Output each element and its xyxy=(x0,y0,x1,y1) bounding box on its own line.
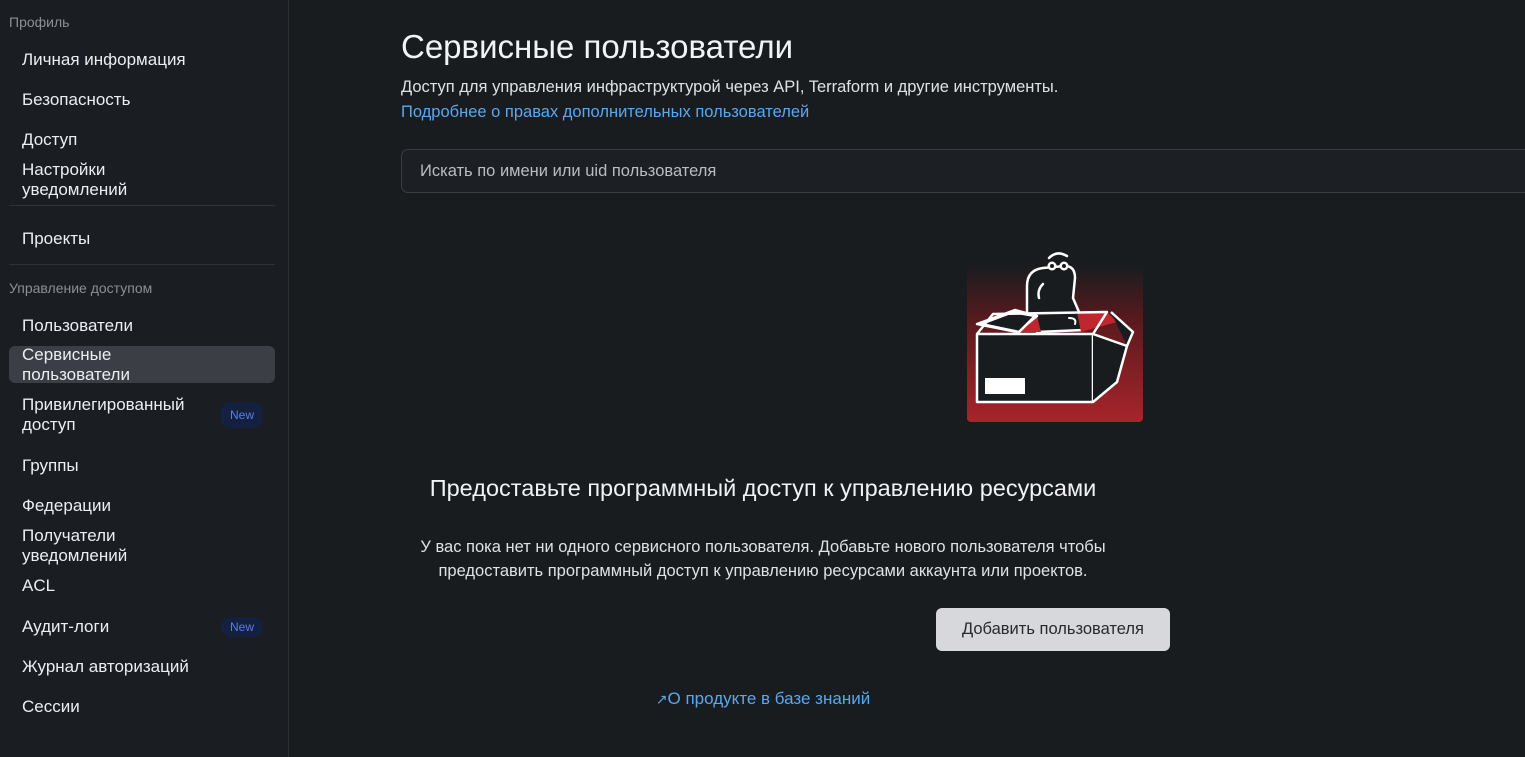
main-content: Сервисные пользователи Доступ для управл… xyxy=(290,0,1525,757)
new-badge: New xyxy=(220,616,263,637)
search-field[interactable] xyxy=(401,149,1525,193)
sidebar-item-label: Журнал авторизаций xyxy=(22,656,189,676)
empty-state-description-line: предоставить программный доступ к управл… xyxy=(438,562,1088,580)
sidebar: Профиль Личная информация Безопасность Д… xyxy=(0,0,289,757)
sidebar-item-audit-logs[interactable]: Аудит-логи New xyxy=(9,608,275,645)
dinosaur-in-box-icon xyxy=(957,246,1147,426)
sidebar-item-label: Сервисные пользователи xyxy=(22,344,130,384)
sidebar-item-service-users[interactable]: Сервисные пользователи xyxy=(9,344,275,384)
sidebar-divider xyxy=(9,264,275,265)
sidebar-item-label: Личная информация xyxy=(22,49,186,69)
empty-state-description-line: У вас пока нет ни одного сервисного поль… xyxy=(420,538,1106,556)
page-subtitle: Доступ для управления инфраструктурой че… xyxy=(401,78,1059,96)
knowledge-base-link[interactable]: ↗О продукте в базе знаний xyxy=(0,689,1525,709)
knowledge-base-link-label: О продукте в базе знаний xyxy=(667,689,871,708)
sidebar-item-notification-settings[interactable]: Настройки уведомлений xyxy=(9,159,275,199)
sidebar-item-projects[interactable]: Проекты xyxy=(9,220,275,257)
sidebar-item-access[interactable]: Доступ xyxy=(9,121,275,158)
sidebar-item-label: Безопасность xyxy=(22,89,131,109)
sidebar-item-label: Доступ xyxy=(22,129,78,149)
sidebar-item-label: Проекты xyxy=(22,228,91,248)
sidebar-item-label: Пользователи xyxy=(22,315,133,335)
sidebar-item-auth-log[interactable]: Журнал авторизаций xyxy=(9,648,275,685)
empty-state-title: Предоставьте программный доступ к управл… xyxy=(429,475,1097,501)
sidebar-divider xyxy=(9,205,275,206)
new-badge: New xyxy=(220,402,263,428)
sidebar-item-label: Группы xyxy=(22,455,79,475)
sidebar-item-personal-info[interactable]: Личная информация xyxy=(9,41,275,78)
sidebar-item-users[interactable]: Пользователи xyxy=(9,307,275,344)
sidebar-item-label: Настройки уведомлений xyxy=(22,159,128,199)
permissions-info-link[interactable]: Подробнее о правах дополнительных пользо… xyxy=(401,103,809,122)
search-input[interactable] xyxy=(420,161,1525,181)
empty-state-description: У вас пока нет ни одного сервисного поль… xyxy=(0,535,1525,583)
add-user-button[interactable]: Добавить пользователя xyxy=(936,608,1170,651)
page-title: Сервисные пользователи xyxy=(401,28,794,65)
sidebar-item-label: Привилегированный доступ xyxy=(22,395,185,434)
sidebar-item-label: Аудит-логи xyxy=(22,616,110,636)
section-title-access-management: Управление доступом xyxy=(9,280,153,296)
section-title-profile: Профиль xyxy=(9,14,70,30)
external-link-icon: ↗ xyxy=(655,691,668,707)
sidebar-item-privileged-access[interactable]: Привилегированный доступ New xyxy=(9,393,275,437)
sidebar-item-security[interactable]: Безопасность xyxy=(9,81,275,118)
app: Профиль Личная информация Безопасность Д… xyxy=(0,0,1525,757)
